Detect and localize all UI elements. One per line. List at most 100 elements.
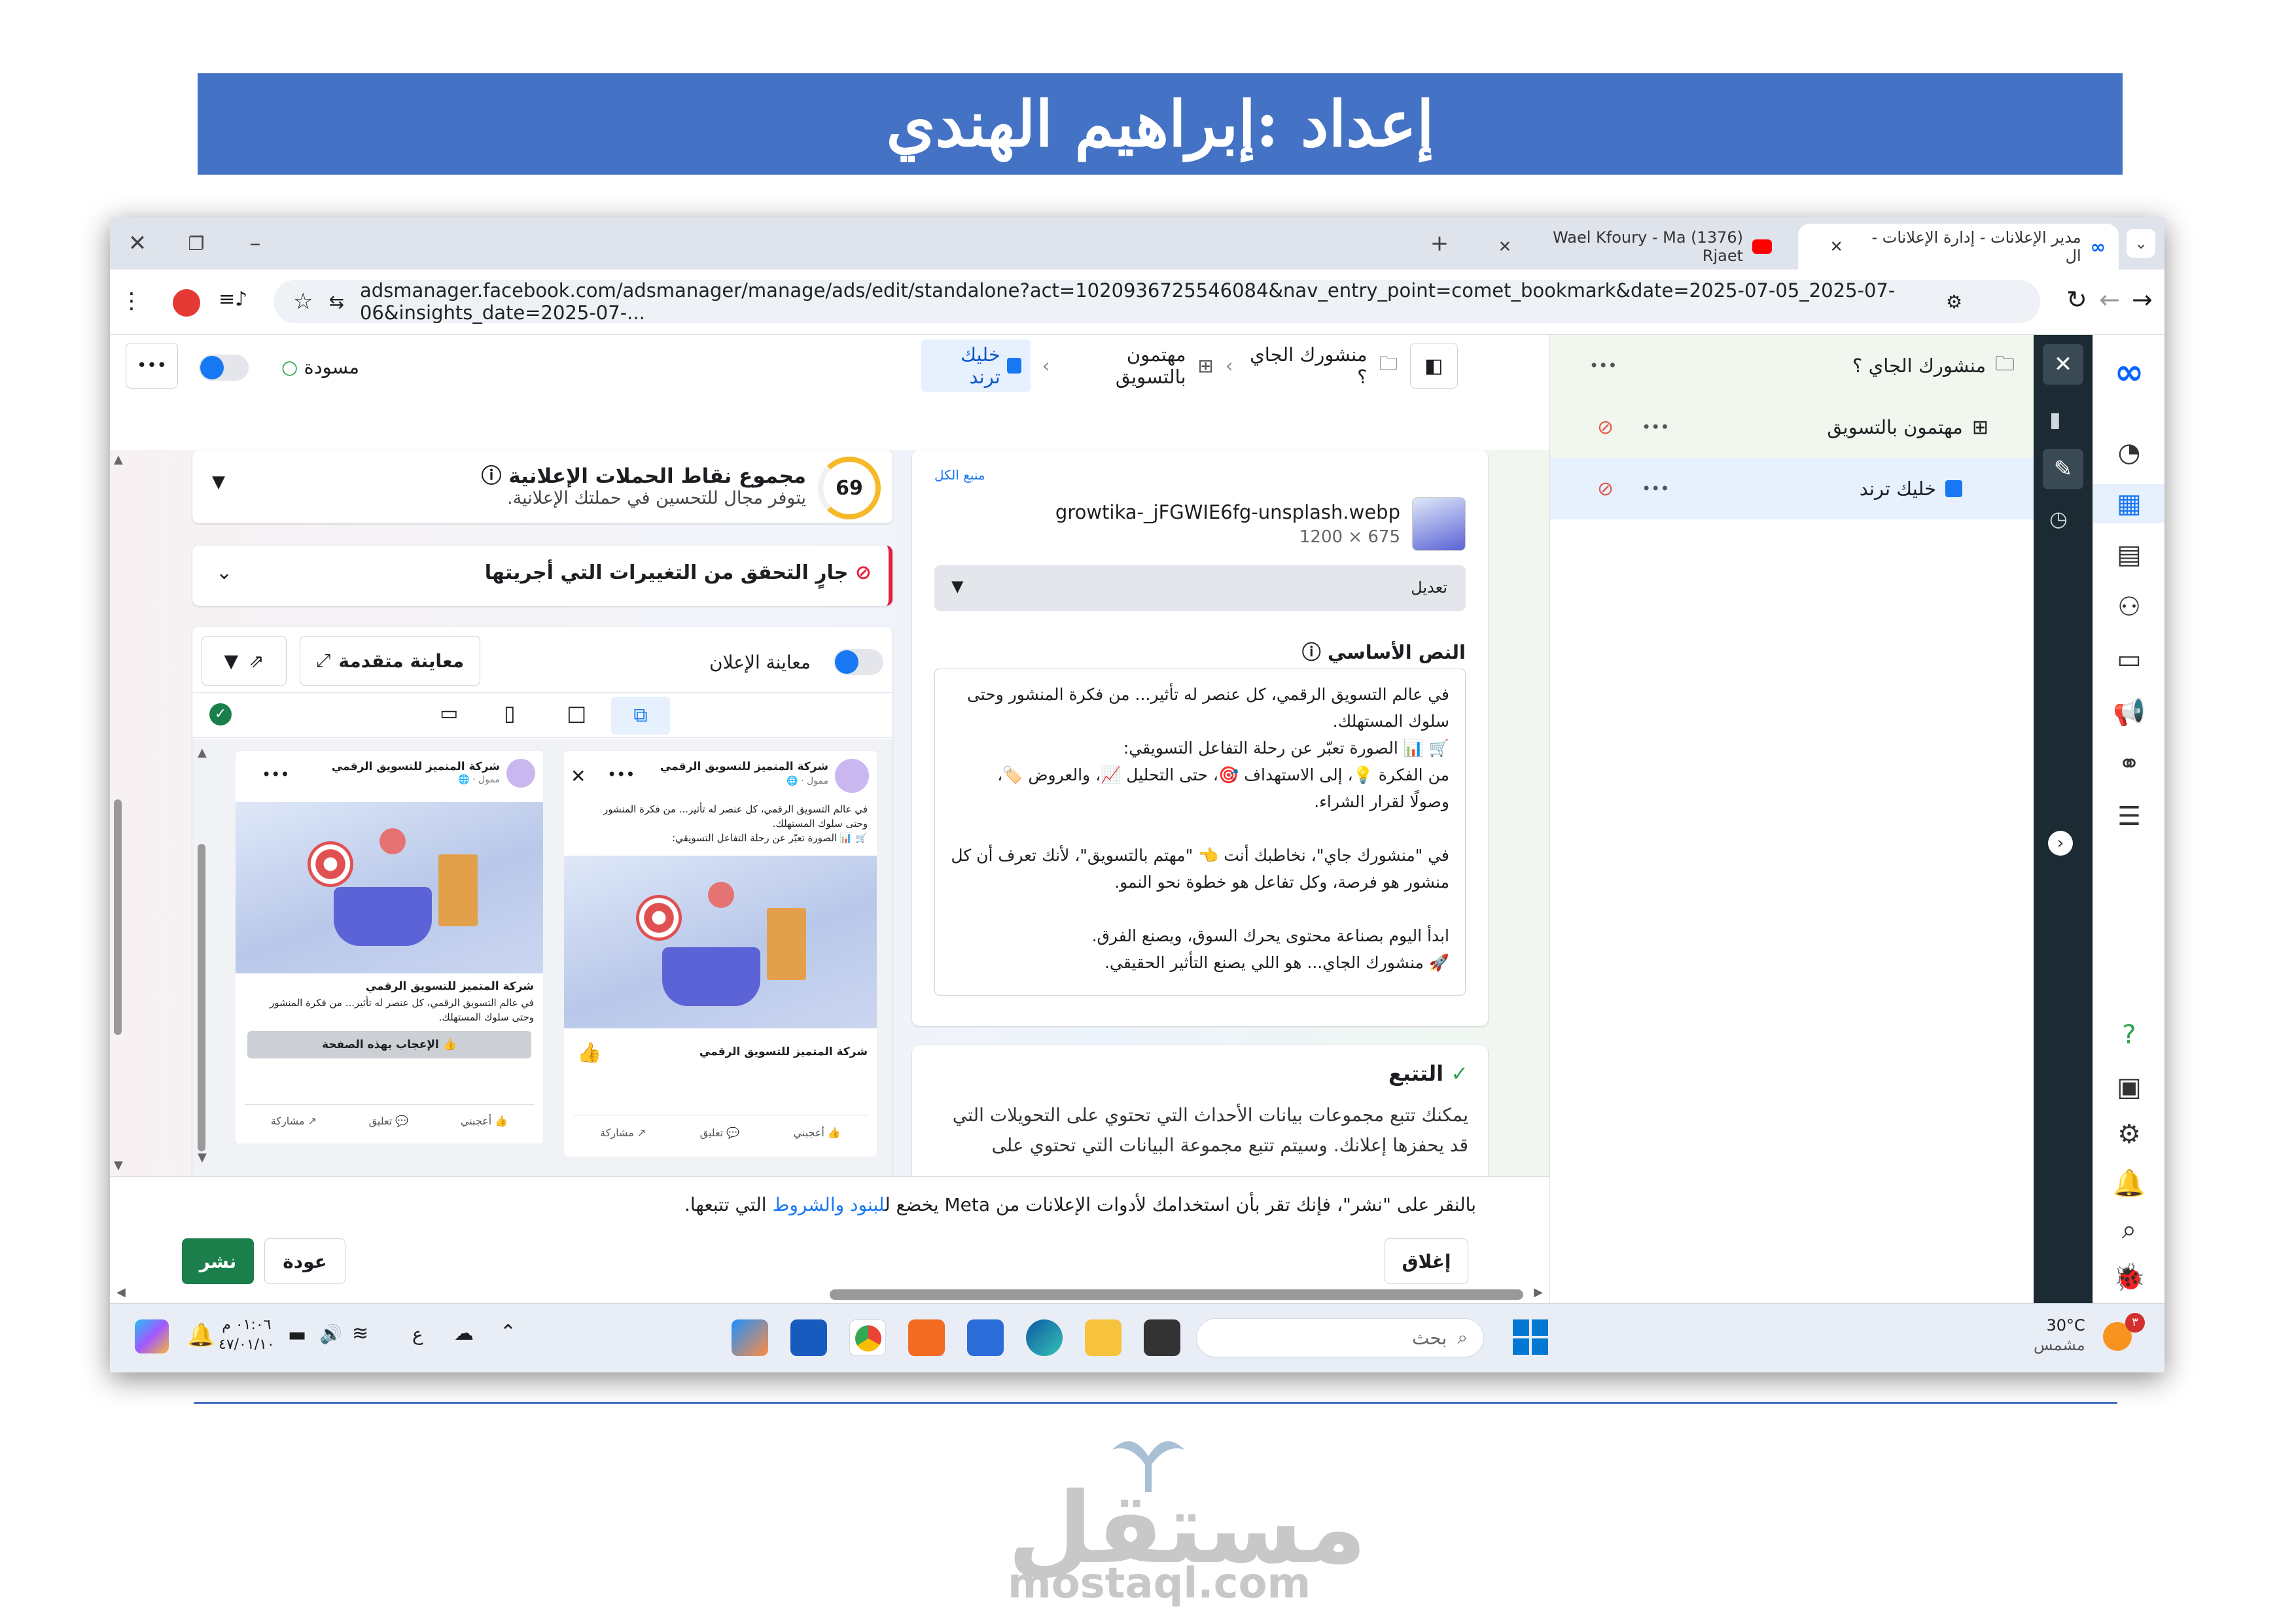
site-info-icon[interactable]: ⇆	[328, 291, 344, 313]
url-omnibox[interactable]: ☆ ⇆ adsmanager.facebook.com/adsmanager/m…	[274, 279, 2040, 324]
breadcrumb-ad[interactable]: خليك ترند	[921, 340, 1031, 392]
horizontal-scrollbar[interactable]: ◀ ▶	[116, 1285, 1543, 1301]
landscape-icon[interactable]: ▭	[440, 702, 458, 725]
copilot-icon[interactable]	[135, 1319, 169, 1353]
restore-window-icon[interactable]: ❐	[182, 229, 211, 258]
reload-icon[interactable]: ↻	[2066, 285, 2087, 314]
battery-icon[interactable]: ▬	[288, 1323, 306, 1346]
like-page-button[interactable]: 👍 الإعجاب بهذه الصفحة	[247, 1031, 531, 1058]
left-scrollbar[interactable]: ▲ ▼	[114, 453, 123, 1172]
off-status-icon[interactable]: ⊘	[1597, 478, 1614, 500]
like-action[interactable]: 👍 أعجبني	[461, 1115, 508, 1127]
tree-campaign[interactable]: 🗀 منشورك الجاي ؟ •••	[1550, 335, 2034, 396]
more-options-button[interactable]: •••	[126, 343, 178, 389]
dashboard-icon[interactable]: ◔	[2093, 433, 2164, 472]
new-tab-button[interactable]: +	[1425, 229, 1454, 258]
bell-icon[interactable]: 🔔	[187, 1322, 215, 1348]
weather-widget[interactable]: 30°C مشمس	[2034, 1316, 2085, 1355]
comment-action[interactable]: 💬 تعليق	[700, 1126, 740, 1139]
bookmark-star-icon[interactable]: ☆	[293, 288, 313, 315]
share-action[interactable]: ↗ مشاركة	[600, 1126, 646, 1139]
more-icon[interactable]: •••	[1589, 357, 1617, 375]
menu-kebab-icon[interactable]: ⋮	[120, 288, 143, 314]
checking-changes-banner[interactable]: ⊘ جارٍ التحقق من التغييرات التي أجريتها …	[192, 546, 892, 606]
campaigns-table-icon[interactable]: ▦	[2093, 484, 2164, 523]
preview-toggle[interactable]	[834, 649, 883, 675]
terms-link[interactable]: لبنود والشروط	[772, 1194, 885, 1215]
more-icon[interactable]: •••	[607, 765, 635, 784]
chevron-down-icon[interactable]: ⌄	[216, 561, 232, 584]
tree-ad[interactable]: خليك ترند ⊘ •••	[1550, 458, 2034, 519]
back-button[interactable]: عودة	[264, 1238, 345, 1284]
publish-button[interactable]: نشر	[182, 1238, 254, 1284]
xampp-app-icon[interactable]	[908, 1319, 945, 1356]
sidebar-toggle-icon[interactable]: ◧	[1409, 343, 1458, 389]
square-icon[interactable]: □	[567, 701, 586, 725]
edit-pencil-icon[interactable]: ✎	[2043, 449, 2083, 489]
breadcrumb-adset[interactable]: مهتمون بالتسويق	[1061, 343, 1186, 388]
tray-chevron-icon[interactable]: ⌃	[500, 1321, 516, 1344]
tab-youtube[interactable]: (1376) Wael Kfoury - Ma Rjaet ✕	[1471, 224, 1785, 270]
expand-rail-icon[interactable]: ›	[2048, 831, 2073, 856]
billing-icon[interactable]: ▭	[2093, 640, 2164, 679]
close-editor-icon[interactable]: ✕	[2043, 344, 2083, 385]
advanced-preview-button[interactable]: معاينة متقدمة ⤢	[300, 636, 480, 686]
breadcrumb-campaign[interactable]: منشورك الجاي ؟	[1245, 343, 1367, 388]
draft-toggle[interactable]	[199, 355, 249, 381]
portrait-icon[interactable]: ▯	[504, 701, 516, 725]
tab-close-icon[interactable]: ✕	[1830, 237, 1843, 256]
audiences-icon[interactable]: ⚇	[2093, 587, 2164, 627]
tab-search-icon[interactable]: ⌄	[2127, 229, 2155, 258]
tree-adset[interactable]: ⊞ مهتمون بالتسويق ⊘ •••	[1550, 396, 2034, 458]
settings-gear-icon[interactable]: ⚙	[2093, 1115, 2164, 1154]
edit-media-dropdown[interactable]: تعديل ▼	[934, 565, 1466, 611]
source-link[interactable]: منبع الكل	[934, 467, 985, 483]
meta-logo-icon[interactable]: ∞	[2093, 351, 2164, 393]
wifi-icon[interactable]: ≋	[352, 1322, 368, 1345]
clock[interactable]: ٠١:٠٦ م ٤٧/٠١/١٠	[219, 1316, 275, 1355]
bar-chart-icon[interactable]: ▮	[2049, 407, 2061, 432]
cloud-icon[interactable]: ☁	[454, 1322, 474, 1345]
megaphone-icon[interactable]: 📢	[2093, 692, 2164, 731]
feedback-icon[interactable]: ▣	[2093, 1068, 2164, 1107]
taskbar-search[interactable]: ⌕ بحث	[1196, 1318, 1484, 1357]
more-icon[interactable]: •••	[262, 765, 289, 784]
tune-icon[interactable]: ⚙	[1946, 291, 1962, 313]
volume-icon[interactable]: 🔊	[319, 1323, 342, 1345]
comment-action[interactable]: 💬 تعليق	[369, 1115, 409, 1127]
thumbs-up-icon[interactable]: 👍	[577, 1041, 601, 1064]
share-action[interactable]: ↗ مشاركة	[271, 1115, 317, 1127]
campaign-score-card[interactable]: 69 مجموع نقاط الحملات الإعلانية ⓘ يتوفر …	[192, 450, 892, 523]
word-app-icon[interactable]	[790, 1319, 827, 1356]
search-icon[interactable]: ⌕	[2093, 1210, 2164, 1249]
preview-scrollbar[interactable]: ▲ ▼	[198, 746, 207, 1164]
more-icon[interactable]: •••	[1642, 480, 1669, 498]
start-button[interactable]	[1513, 1319, 1548, 1355]
events-manager-icon[interactable]: ⚭	[2093, 744, 2164, 784]
all-placements-icon[interactable]: ⧉	[611, 697, 670, 735]
catalog-icon[interactable]: ▤	[2093, 535, 2164, 574]
primary-text-field[interactable]: في عالم التسويق الرقمي، كل عنصر له تأثير…	[934, 669, 1466, 996]
media-thumbnail[interactable]	[1412, 497, 1466, 551]
chevron-down-icon[interactable]: ▼	[212, 472, 225, 492]
chrome-app-icon[interactable]	[849, 1319, 886, 1356]
more-icon[interactable]: •••	[1642, 418, 1669, 436]
close-window-icon[interactable]: ✕	[123, 229, 152, 258]
close-button[interactable]: إغلاق	[1385, 1238, 1468, 1284]
photos-app-icon[interactable]	[732, 1319, 768, 1356]
media-control-icon[interactable]: ≡♪	[219, 288, 247, 311]
tab-ads-manager[interactable]: ∞ مدير الإعلانات - إدارة الإعلانات - ال …	[1798, 224, 2119, 270]
share-dropdown-button[interactable]: ▼ ⇗	[202, 636, 287, 686]
tab-close-icon[interactable]: ✕	[1498, 237, 1511, 256]
language-indicator[interactable]: ع	[412, 1323, 423, 1345]
profile-avatar[interactable]	[173, 289, 200, 317]
close-icon[interactable]: ✕	[571, 765, 586, 787]
minimize-window-icon[interactable]: –	[241, 229, 270, 258]
help-icon[interactable]: ?	[2093, 1015, 2164, 1055]
back-icon[interactable]: →	[2132, 285, 2153, 314]
history-icon[interactable]: ◷	[2049, 506, 2068, 531]
edge-app-icon[interactable]	[1026, 1319, 1063, 1356]
bug-report-icon[interactable]: 🐞	[2093, 1257, 2164, 1297]
menu-icon[interactable]: ☰	[2093, 797, 2164, 836]
file-explorer-icon[interactable]	[1085, 1319, 1122, 1356]
